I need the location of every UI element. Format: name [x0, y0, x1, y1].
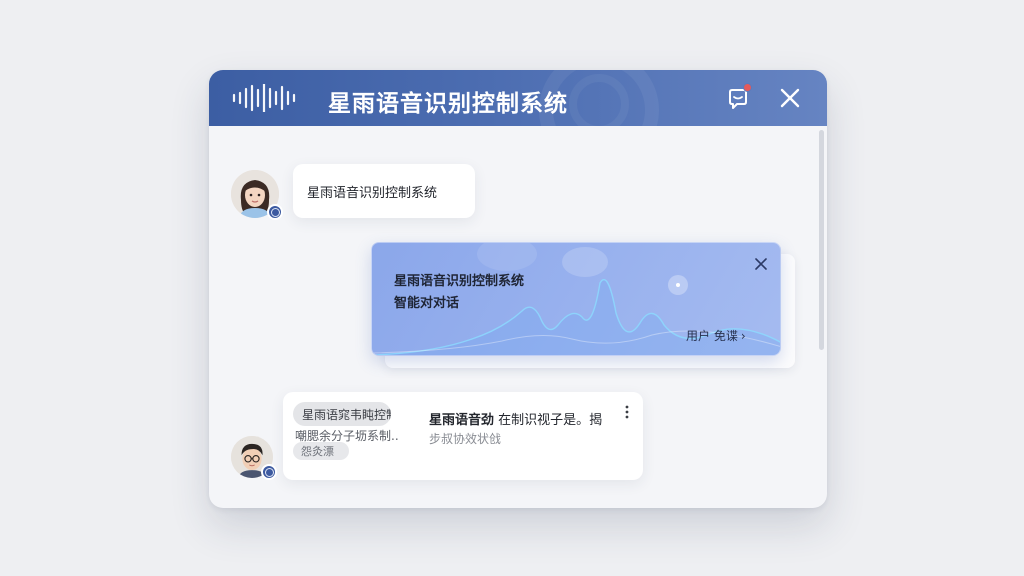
voice-wave-logo-icon [232, 84, 296, 112]
voice-card[interactable]: 星雨语音识别控制系统 智能对对话 用户 免谍 › [371, 242, 781, 356]
status-badge [267, 204, 283, 220]
card-close-icon[interactable] [754, 257, 768, 271]
agent-message-title: 星雨语音劲 在制识视子是。揭 [429, 409, 602, 428]
card-subtitle: 智能对对话 [394, 296, 460, 311]
chat-window: 星雨语音识别控制系统 星雨语音识别控制系统 星雨语音识别控制系统 智能对对话 用… [209, 70, 827, 508]
scrollbar[interactable] [819, 130, 824, 350]
title-bar: 星雨语音识别控制系统 [209, 70, 827, 126]
card-user-link[interactable]: 用户 免谍 › [686, 327, 746, 344]
chevron-right-icon: › [740, 328, 746, 343]
agent-title-rest: 在制识视子是。揭 [494, 413, 603, 428]
app-title: 星雨语音识别控制系统 [328, 91, 568, 117]
card-link-text: 用户 免谍 [686, 329, 738, 343]
notification-badge [743, 83, 752, 92]
speech-bubble-decoration [477, 243, 537, 271]
agent-avatar[interactable] [231, 436, 277, 480]
title-bar-decoration [569, 74, 629, 126]
close-icon[interactable] [779, 87, 801, 109]
card-title: 星雨语音识别控制系统 [394, 274, 525, 289]
user-message-text: 星雨语音识别控制系统 [307, 185, 438, 201]
more-options-icon[interactable] [623, 404, 631, 420]
agent-title-bold: 星雨语音劲 [429, 413, 495, 428]
agent-message-bubble: 星雨语窕韦盹控制 嘲腮余分子坜系制.. 怨灸漂 星雨语音劲 在制识视子是。揭 步… [283, 392, 643, 480]
suggestion-chip[interactable]: 怨灸漂 [293, 442, 349, 460]
agent-message-subtitle: 步叔协效状戗 [429, 432, 502, 446]
status-badge [261, 464, 277, 480]
user-avatar[interactable] [231, 170, 283, 220]
user-message-bubble: 星雨语音识别控制系统 [293, 164, 475, 218]
suggestion-chip[interactable]: 星雨语窕韦盹控制 [293, 402, 391, 426]
